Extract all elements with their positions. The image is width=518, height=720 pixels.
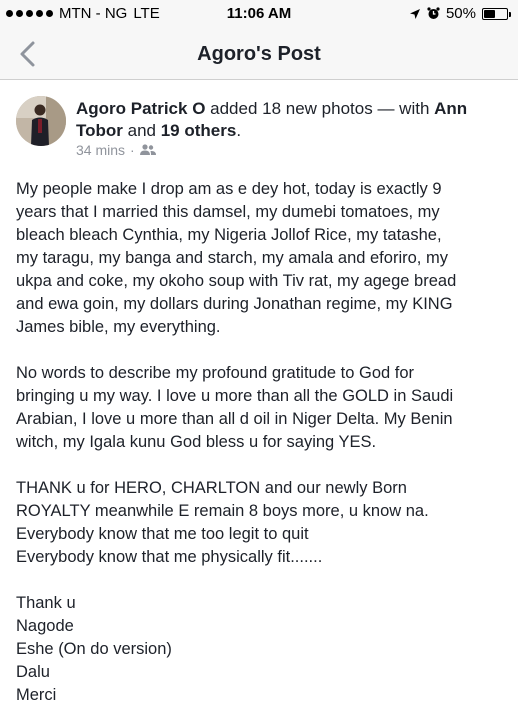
page-title: Agoro's Post	[197, 43, 321, 65]
text-line: and ewa goin, my dollars during Jonathan…	[16, 295, 453, 313]
text-line: My people make I drop am as e dey hot, t…	[16, 180, 442, 198]
post-meta: 34 mins ·	[76, 142, 156, 158]
text-line: James bible, my everything.	[16, 318, 221, 336]
post-paragraph-2: No words to describe my profound gratitu…	[16, 362, 510, 454]
text-line: Nagode	[16, 617, 74, 635]
navigation-bar: Agoro's Post	[0, 28, 518, 80]
text-line: Thank u	[16, 594, 76, 612]
post-body: My people make I drop am as e dey hot, t…	[16, 178, 510, 720]
text-line: my taragu, my banga and starch, my amala…	[16, 249, 448, 267]
text-line: years that I married this damsel, my dum…	[16, 203, 440, 221]
status-right: 50%	[409, 5, 511, 22]
battery-fill	[484, 9, 495, 18]
text-line: bleach bleach Cynthia, my Nigeria Jollof…	[16, 226, 442, 244]
and-text: and	[122, 121, 161, 140]
text-line: THANK u for HERO, CHARLTON and our newly…	[16, 479, 407, 497]
text-line: ukpa and coke, my okoho soup with Tiv ra…	[16, 272, 457, 290]
text-line: Everybody know that me too legit to quit	[16, 525, 309, 543]
post-paragraph-1: My people make I drop am as e dey hot, t…	[16, 178, 510, 339]
battery-icon	[482, 7, 511, 20]
post-paragraph-4: Thank u Nagode Eshe (On do version) Dalu…	[16, 592, 510, 707]
text-line: Everybody know that me physically fit...…	[16, 548, 323, 566]
friends-icon	[139, 144, 156, 155]
text-line: Dalu	[16, 663, 50, 681]
avatar[interactable]	[16, 96, 66, 146]
period-text: .	[236, 121, 242, 140]
status-bar: MTN - NG LTE 11:06 AM 50%	[0, 0, 518, 28]
post-header: Agoro Patrick O added 18 new photos — wi…	[16, 96, 506, 166]
tagged-others-link[interactable]: 19 others	[161, 121, 237, 140]
post-timestamp[interactable]: 34 mins	[76, 142, 125, 158]
battery-percent: 50%	[445, 5, 476, 22]
post-paragraph-3: THANK u for HERO, CHARLTON and our newly…	[16, 477, 510, 569]
meta-separator: ·	[130, 142, 135, 158]
text-line: bringing u my way. I love u more than al…	[16, 387, 454, 405]
text-line: witch, my Igala kunu God bless u for say…	[16, 433, 377, 451]
post-action-text: added 18 new photos — with	[205, 99, 435, 118]
author-name[interactable]: Agoro Patrick O	[76, 99, 205, 118]
text-line: ROYALTY meanwhile E remain 8 boys more, …	[16, 502, 429, 520]
location-arrow-icon	[409, 8, 420, 19]
text-line: Arabian, I love u more than all d oil in…	[16, 410, 453, 428]
text-line: Merci	[16, 686, 57, 704]
text-line: No words to describe my profound gratitu…	[16, 364, 415, 382]
text-line: Eshe (On do version)	[16, 640, 172, 658]
post-headline: Agoro Patrick O added 18 new photos — wi…	[76, 98, 506, 142]
alarm-clock-icon	[427, 7, 440, 19]
